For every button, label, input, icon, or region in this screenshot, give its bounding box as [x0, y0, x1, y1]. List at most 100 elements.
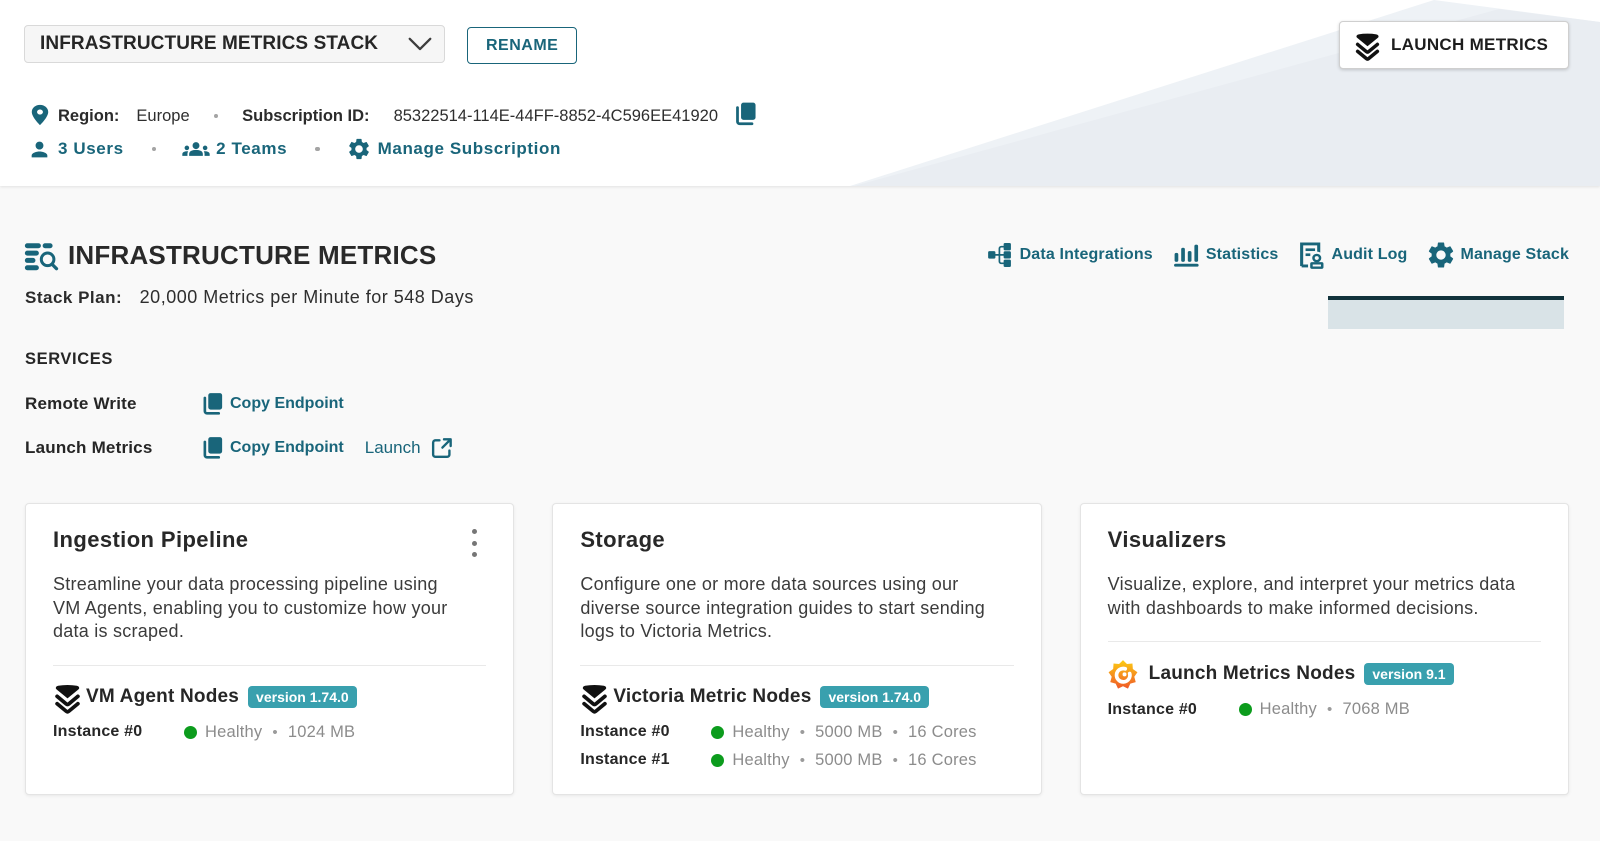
- cards-row: Ingestion Pipeline Streamline your data …: [25, 503, 1569, 795]
- nav-statistics[interactable]: Statistics: [1173, 243, 1279, 267]
- external-link-icon: [431, 437, 452, 458]
- instance-label: Instance #1: [580, 751, 670, 768]
- title-row: INFRASTRUCTURE METRICS Data Integrations…: [24, 236, 1569, 274]
- header-meta-row: Region: Europe Subscription ID: 85322514…: [29, 101, 1569, 128]
- instance-status: Healthy: [1259, 700, 1318, 718]
- bullet: •: [799, 723, 806, 741]
- launch-metrics-button[interactable]: LAUNCH METRICS: [1339, 21, 1569, 69]
- manage-stack-highlight: [1328, 296, 1564, 329]
- copy-endpoint-remote-write[interactable]: Copy Endpoint: [201, 392, 344, 416]
- nav-label: Data Integrations: [1019, 246, 1153, 263]
- subscription-id-label: Subscription ID:: [242, 106, 370, 125]
- card-description: Streamline your data processing pipeline…: [53, 574, 448, 641]
- copy-icon: [203, 392, 223, 415]
- rename-button[interactable]: RENAME: [467, 27, 578, 64]
- data-integrations-icon: [987, 242, 1011, 268]
- launch-link-label: Launch: [364, 438, 421, 457]
- dot-separator: [213, 113, 219, 119]
- service-row-launch-metrics: Launch Metrics Copy Endpoint Launch: [25, 426, 1569, 470]
- instance-cores: 16 Cores: [908, 750, 977, 769]
- copy-endpoint-label: Copy Endpoint: [230, 395, 344, 412]
- header-links-row: 3 Users 2 Teams Manage Subscription: [29, 137, 1569, 161]
- instance-status: Healthy: [732, 722, 790, 741]
- service-name: Launch Metrics: [25, 438, 153, 457]
- instances-list: Instance #0 Healthy • 7068 MB: [1108, 700, 1541, 719]
- nav-label: Manage Stack: [1460, 246, 1569, 263]
- audit-log-icon: [1300, 243, 1324, 267]
- instance-memory: 5000 MB: [815, 722, 883, 741]
- user-icon: [31, 141, 48, 157]
- instances-list: Instance #0 Healthy • 1024 MB: [53, 723, 486, 742]
- card-description: Visualize, explore, and interpret your m…: [1107, 574, 1516, 618]
- node-name: Launch Metrics Nodes: [1148, 663, 1356, 684]
- stack-plan-value: 20,000 Metrics per Minute for 548 Days: [139, 287, 474, 307]
- nav-audit-log[interactable]: Audit Log: [1300, 243, 1407, 267]
- card-divider: [1107, 641, 1541, 642]
- instance-label: Instance #0: [1107, 700, 1198, 718]
- service-row-remote-write: Remote Write Copy Endpoint: [25, 382, 1569, 426]
- bullet: •: [799, 751, 806, 769]
- manage-subscription-label: Manage Subscription: [377, 139, 561, 158]
- card-title: Ingestion Pipeline: [53, 527, 249, 552]
- top-nav: Data Integrations Statistics Audit Log M…: [987, 242, 1569, 268]
- instance-row: Instance #0 Healthy • 1024 MB: [53, 723, 486, 742]
- instance-row: Instance #1 Healthy • 5000 MB • 16 Cores: [580, 751, 1013, 770]
- instance-memory: 1024 MB: [287, 722, 356, 741]
- card-visualizers: Visualizers Visualize, explore, and inte…: [1079, 503, 1569, 795]
- version-badge: version 1.74.0: [248, 686, 357, 708]
- instance-status: Healthy: [205, 722, 263, 741]
- teams-label: 2 Teams: [216, 139, 288, 158]
- nav-data-integrations[interactable]: Data Integrations: [987, 242, 1153, 268]
- kebab-menu-icon[interactable]: [464, 528, 484, 558]
- copy-endpoint-label: Copy Endpoint: [230, 439, 344, 456]
- instance-row: Instance #0 Healthy • 7068 MB: [1108, 700, 1541, 719]
- bullet: •: [1327, 701, 1333, 718]
- users-label: 3 Users: [58, 139, 124, 158]
- page-title: INFRASTRUCTURE METRICS: [68, 239, 437, 270]
- location-pin-icon: [31, 104, 49, 126]
- manage-subscription-link[interactable]: Manage Subscription: [348, 138, 561, 160]
- bullet: •: [272, 723, 278, 741]
- card-storage: Storage Configure one or more data sourc…: [552, 503, 1042, 795]
- launch-link[interactable]: Launch: [365, 437, 453, 460]
- card-title: Storage: [580, 527, 666, 552]
- page-header: INFRASTRUCTURE METRICS STACK RENAME LAUN…: [0, 0, 1600, 186]
- services-rows: Remote Write Copy Endpoint Launch Metric…: [25, 382, 1569, 470]
- main-content: INFRASTRUCTURE METRICS Data Integrations…: [0, 236, 1600, 795]
- instance-label: Instance #0: [53, 723, 143, 740]
- card-divider: [53, 664, 487, 666]
- version-badge: version 1.74.0: [820, 686, 930, 708]
- healthy-status-dot: [711, 753, 725, 767]
- victoria-metrics-logo-icon: [580, 682, 610, 714]
- teams-icon: [182, 142, 210, 156]
- grafana-logo-icon: [1106, 658, 1139, 691]
- chevron-down-icon: [408, 37, 432, 51]
- instance-cores: 16 Cores: [908, 722, 977, 741]
- subscription-id-value: 85322514-114E-44FF-8852-4C596EE41920: [393, 106, 718, 125]
- gear-icon: [1429, 242, 1454, 268]
- teams-link[interactable]: 2 Teams: [182, 137, 288, 161]
- dot-separator: [151, 146, 157, 152]
- instances-list: Instance #0 Healthy • 5000 MB • 16 Cores…: [580, 723, 1013, 770]
- nav-manage-stack[interactable]: Manage Stack: [1429, 242, 1569, 268]
- card-title: Visualizers: [1107, 527, 1227, 552]
- card-description: Configure one or more data sources using…: [580, 574, 986, 641]
- node-name: Victoria Metric Nodes: [613, 686, 812, 707]
- healthy-status-dot: [711, 725, 725, 739]
- stack-selector-dropdown[interactable]: INFRASTRUCTURE METRICS STACK: [24, 25, 445, 63]
- copy-icon: [203, 436, 223, 459]
- services-title: SERVICES: [25, 350, 113, 368]
- launch-metrics-label: LAUNCH METRICS: [1391, 35, 1549, 54]
- node-name: VM Agent Nodes: [86, 686, 240, 707]
- dot-separator: [315, 146, 320, 152]
- header-inner: INFRASTRUCTURE METRICS STACK RENAME LAUN…: [0, 0, 1600, 161]
- victoria-metrics-logo-icon: [53, 682, 83, 714]
- manage-search-icon: [24, 242, 59, 272]
- copy-subscription-id-icon[interactable]: [734, 101, 758, 126]
- nav-label: Statistics: [1205, 246, 1279, 263]
- statistics-icon: [1173, 244, 1199, 267]
- instance-status: Healthy: [732, 750, 790, 769]
- copy-endpoint-launch-metrics[interactable]: Copy Endpoint: [201, 436, 344, 460]
- stack-selector-value: INFRASTRUCTURE METRICS STACK: [40, 33, 379, 54]
- users-link[interactable]: 3 Users: [29, 139, 124, 160]
